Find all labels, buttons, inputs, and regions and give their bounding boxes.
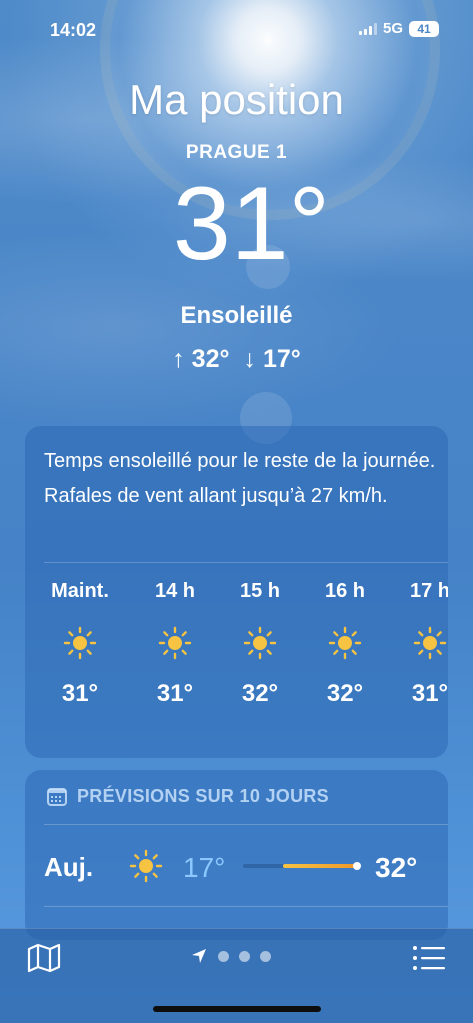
hour-label: 15 h [239, 580, 281, 602]
hour-label: 16 h [324, 580, 366, 602]
temperature-range-fill [283, 864, 355, 868]
network-type: 5G [382, 20, 403, 37]
location-subtitle: PRAGUE 1 [185, 142, 288, 163]
divider [44, 824, 448, 825]
current-temperature-dot [353, 862, 361, 870]
hour-temperature: 31° [156, 680, 194, 707]
high-temperature: ↑ 32° [172, 345, 230, 373]
high-low-temperatures: ↑ 32° ↓ 17° [0, 345, 473, 374]
hourly-strip[interactable]: Maint. 31° 14 h 31° 15 h 32° 16 h 32° 17… [25, 576, 448, 746]
sun-icon [243, 626, 277, 660]
hour-item: Maint. 31° [35, 576, 125, 708]
hour-temperature: 31° [411, 680, 448, 707]
hourly-forecast-card[interactable]: Temps ensoleillé pour le reste de la jou… [25, 426, 448, 758]
hour-item: 16 h 32° [300, 576, 390, 708]
hour-temperature: 31° [61, 680, 99, 707]
hour-label: 17 h [409, 580, 448, 602]
day-high-temperature: 32° [375, 852, 418, 883]
hour-item: 14 h 31° [130, 576, 220, 708]
day-name: Auj. [44, 852, 94, 882]
calendar-icon [47, 787, 67, 806]
hour-label: Maint. [51, 580, 109, 602]
hour-temperature: 32° [326, 680, 364, 707]
page-dot [218, 950, 229, 962]
sun-icon [413, 626, 447, 660]
day-low-temperature: 17° [183, 852, 226, 883]
location-title: Ma position [129, 76, 344, 123]
forecast-header: PRÉVISIONS SUR 10 JOURS [47, 786, 329, 807]
low-temperature: ↓ 17° [243, 345, 301, 373]
sun-icon [129, 849, 163, 883]
hour-temperature: 32° [241, 680, 279, 707]
battery-icon: 41 [409, 20, 439, 37]
ten-day-forecast-card[interactable]: PRÉVISIONS SUR 10 JOURS Auj. 17° 32° [25, 770, 448, 940]
weather-condition: Ensoleillé [180, 302, 293, 329]
sun-icon [328, 626, 362, 660]
location-arrow-icon [192, 949, 206, 963]
temperature-range-bar [243, 862, 361, 870]
list-icon[interactable] [411, 943, 447, 973]
weather-summary: Temps ensoleillé pour le reste de la jou… [44, 450, 436, 507]
forecast-header-label: PRÉVISIONS SUR 10 JOURS [77, 786, 329, 806]
hour-label: 14 h [154, 580, 196, 602]
home-indicator[interactable] [153, 1006, 321, 1012]
sun-icon [63, 626, 97, 660]
page-dot [239, 950, 250, 962]
page-dot [260, 950, 271, 962]
forecast-day-row[interactable]: Auj. 17° 32° [25, 842, 448, 898]
current-temperature: 31° [172, 166, 331, 282]
status-icons: 5G 41 [358, 20, 439, 37]
sun-icon [158, 626, 192, 660]
hour-item: 17 h 31° [385, 576, 448, 708]
page-indicator[interactable] [190, 947, 271, 965]
status-time: 14:02 [50, 20, 97, 40]
signal-icon [358, 22, 377, 35]
divider [44, 906, 448, 907]
hour-item: 15 h 32° [215, 576, 305, 708]
map-icon[interactable] [26, 943, 62, 973]
divider [44, 562, 448, 563]
